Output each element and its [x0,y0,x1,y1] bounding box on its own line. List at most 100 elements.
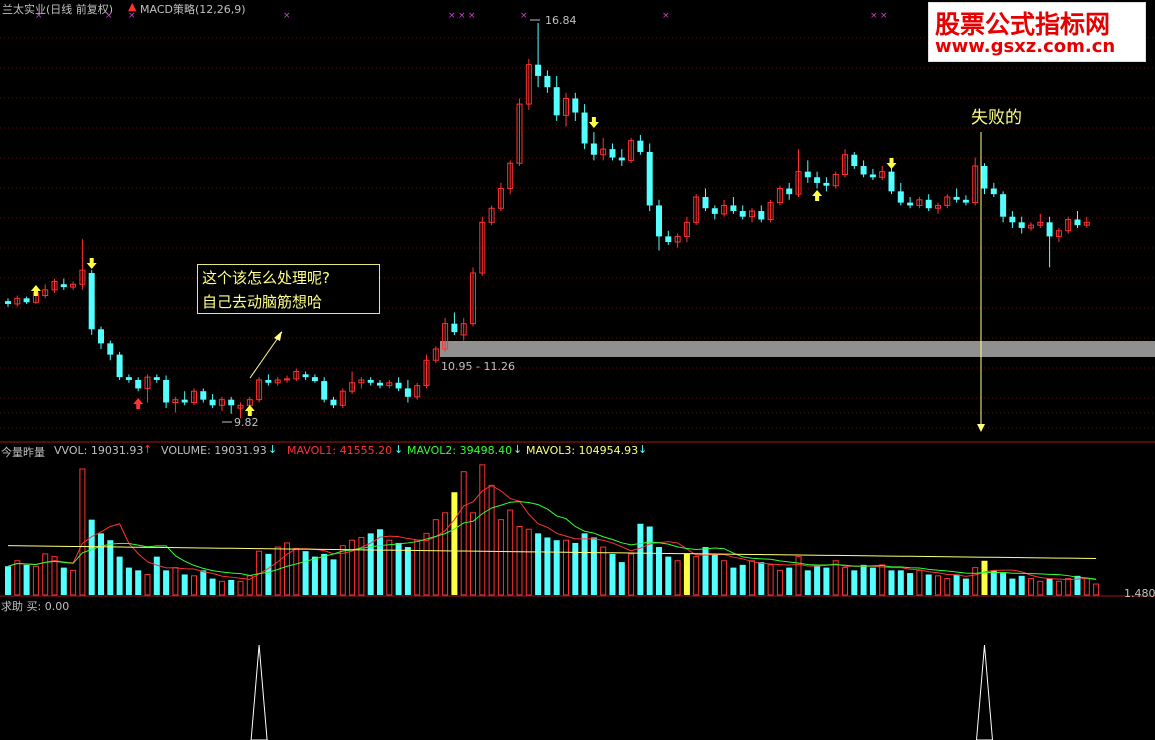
volume-bar [367,533,374,595]
volume-bar [1055,580,1062,596]
candle-body [535,64,542,76]
volume-bar [60,567,67,595]
candle-body [553,87,560,116]
candle-body [98,329,104,344]
volume-bar [125,567,132,595]
price-zone-band [440,341,1155,357]
volume-bar [79,468,86,596]
candle-body [609,149,616,158]
x-marker-icon: × [870,11,878,21]
volume-bar [349,539,356,596]
volume-bar [990,570,997,595]
candle-body [544,75,551,88]
volume-bar [42,553,49,596]
sell-arrow-icon [86,258,97,269]
volume-bar [191,575,197,596]
candle-body [814,177,821,183]
signal-spike [975,644,994,740]
x-marker-icon: × [662,11,670,21]
vvol-arrow-icon: ↑ [143,443,153,456]
candle-body [1009,216,1016,223]
volume-arrow-icon: ↓ [268,443,278,456]
candle-body [925,199,932,209]
volume-bar [23,564,30,595]
candle-body [404,388,411,397]
mavol1-arrow-icon: ↓ [394,443,404,456]
candle-body [5,301,11,304]
candle-body [888,171,895,192]
candle-body [302,374,309,378]
volume-bar [442,512,449,596]
volume-bar [153,556,160,595]
volume-bar [1083,578,1090,596]
volume-panel-name: 今量昨量 [1,446,45,459]
x-marker-icon: × [458,11,466,21]
candle-body [135,379,142,389]
volume-bar [553,540,560,595]
candle-body [330,399,337,406]
volume-bar [274,546,281,596]
volume-bar [172,567,179,596]
volume-bar [116,556,123,595]
candle-body [804,171,811,178]
candle-body [665,236,672,243]
volume-bar [265,553,272,595]
volume-bar [32,565,39,596]
volume-bar [749,560,755,596]
volume-bar [181,574,188,595]
volume-bar [51,556,58,596]
volume-bar [981,560,988,595]
candle-body [711,208,718,214]
sell-arrow-icon [886,158,897,169]
volume-bar [302,551,309,595]
candle-body [395,382,402,389]
volume-bar [823,567,830,595]
volume-bar [1093,583,1100,596]
volume-bar [507,509,514,596]
candle-body [907,202,914,206]
volume-bar [869,567,876,595]
volume-bar [897,570,904,595]
volume-bar [1046,578,1053,595]
candle-body [367,379,374,383]
watermark-line-2: www.gsxz.com.cn [935,36,1116,57]
volume-bar [88,519,95,595]
x-marker-icon: × [35,11,43,21]
mavol2-value: MAVOL2: 39498.40 [407,444,513,457]
volume-bar [209,578,216,595]
volume-bar [386,539,393,596]
volume-bar [925,574,932,595]
candle-body [1046,222,1053,237]
volume-bar [628,553,635,596]
volume-bar [907,573,914,595]
volume-value: VOLUME: 19031.93 [161,444,267,457]
candle-body [962,199,969,203]
candle-body [209,399,216,406]
mavol1-line [7,484,1097,581]
volume-bar [14,560,21,596]
mavol3-arrow-icon: ↓ [638,443,648,456]
volume-bar [70,569,77,596]
volume-last-value: 1.480 [1124,587,1155,600]
candle-body [321,381,328,400]
volume-bar [711,553,718,595]
volume-bar [916,569,923,596]
candle-body [163,379,170,403]
buy-arrow-icon [133,398,144,409]
volume-bar [544,537,551,595]
x-marker-icon: × [105,11,113,21]
volume-bar [479,464,486,596]
x-marker-icon: × [448,11,456,21]
volume-bar [600,546,607,596]
volume-bar [451,492,458,595]
buy-arrow-icon [812,190,823,201]
mavol2-arrow-icon: ↓ [513,443,523,456]
volume-bar [1000,573,1007,595]
volume-bar [860,564,867,595]
volume-bar [730,567,737,595]
candle-body [572,98,579,113]
volume-bar [879,564,886,596]
high-price-label: 16.84 [545,14,577,27]
x-marker-icon: × [880,11,888,21]
candle-body [869,174,876,178]
